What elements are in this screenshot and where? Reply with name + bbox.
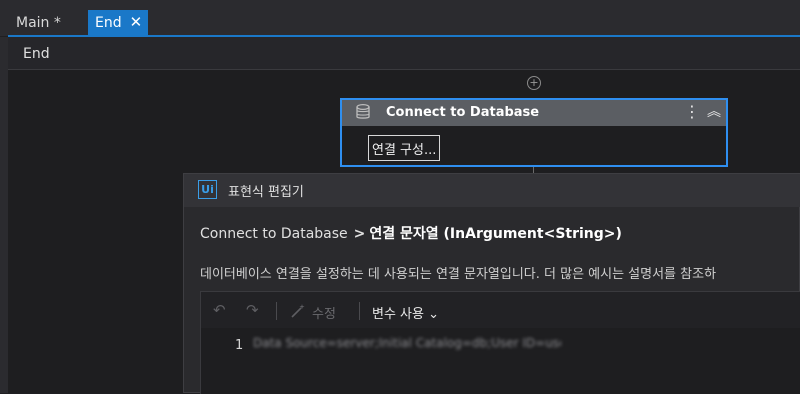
collapse-icon[interactable]: ︽: [707, 103, 721, 121]
tab-end[interactable]: End ✕: [88, 10, 148, 35]
breadcrumb[interactable]: End: [23, 46, 50, 62]
activity-header[interactable]: Connect to Database ⋮ ︽: [342, 100, 726, 126]
configure-connection-button[interactable]: 연결 구성...: [368, 135, 441, 161]
code-editor[interactable]: ↶ ↷ 수정 변수 사용 ⌄ 1 Data Source=server;Init…: [200, 291, 800, 394]
connection-string-value[interactable]: Data Source=server;Initial Catalog=db;Us…: [253, 336, 561, 354]
expression-editor-title: 표현식 편집기: [228, 185, 304, 200]
line-number: 1: [235, 338, 244, 353]
toolbar-divider: [359, 302, 360, 320]
activity-title: Connect to Database: [386, 105, 540, 120]
close-icon[interactable]: ✕: [130, 15, 143, 30]
tab-main[interactable]: Main *: [8, 10, 88, 35]
undo-icon[interactable]: ↶: [213, 301, 226, 319]
property-description: 데이터베이스 연결을 설정하는 데 사용되는 연결 문자열입니다. 더 많은 예…: [200, 267, 717, 282]
more-options-icon[interactable]: ⋮: [684, 103, 700, 121]
redo-icon[interactable]: ↷: [246, 301, 259, 319]
path-separator: >: [353, 226, 366, 242]
database-icon: [356, 103, 370, 119]
path-activity: Connect to Database: [200, 226, 348, 242]
use-variables-dropdown[interactable]: 변수 사용 ⌄: [372, 303, 439, 322]
tab-end-label: End: [95, 14, 122, 31]
tab-main-label: Main *: [16, 14, 61, 31]
edit-button[interactable]: 수정: [312, 303, 336, 322]
magic-wand-icon[interactable]: [289, 302, 307, 320]
property-path: Connect to Database > 연결 문자열 (InArgument<S…: [200, 223, 622, 243]
expression-editor-header[interactable]: Ui 표현식 편집기: [184, 174, 800, 207]
expression-editor-dialog: Ui 표현식 편집기 Connect to Database > 연결 문자열 (I…: [183, 173, 800, 394]
toolbar-divider: [276, 302, 277, 320]
uipath-logo-icon: Ui: [198, 180, 217, 199]
code-toolbar: ↶ ↷ 수정 변수 사용 ⌄: [201, 292, 800, 328]
connect-to-database-activity[interactable]: Connect to Database ⋮ ︽ 연결 구성...: [340, 98, 728, 167]
path-property: 연결 문자열 (InArgument<String>): [369, 226, 622, 242]
left-panel-strip: [0, 37, 8, 393]
add-activity-icon[interactable]: +: [527, 76, 541, 90]
breadcrumb-bar: End: [8, 37, 800, 70]
